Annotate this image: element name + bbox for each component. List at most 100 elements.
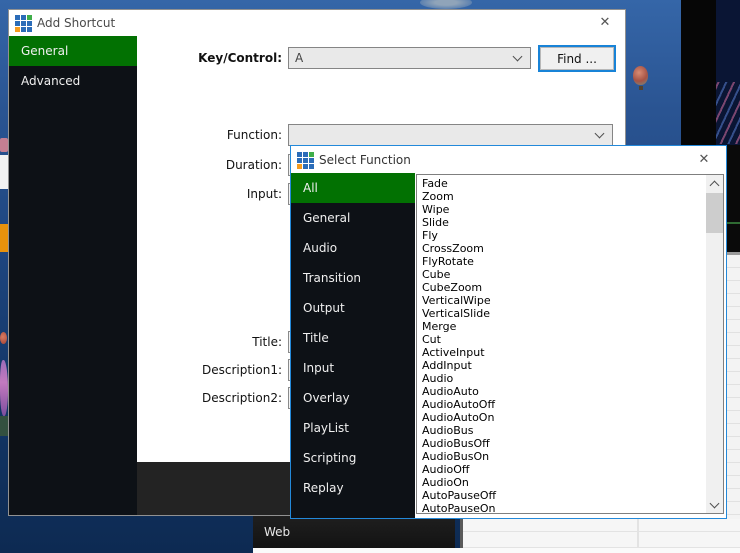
scroll-up-button[interactable] — [706, 175, 723, 192]
category-item[interactable]: Output — [291, 293, 415, 323]
function-list-item[interactable]: AudioAuto — [417, 385, 706, 398]
function-name: AudioBusOn — [422, 450, 489, 463]
function-list-item[interactable]: AudioAutoOff — [417, 398, 706, 411]
function-name: VerticalSlide — [422, 307, 490, 320]
function-list-item[interactable]: Cut — [417, 333, 706, 346]
function-list-item[interactable]: AudioAutoOn — [417, 411, 706, 424]
category-item-label: Replay — [303, 481, 344, 495]
function-list-item[interactable]: Fade — [417, 177, 706, 190]
background-green-line — [727, 222, 740, 224]
wallpaper-hills — [0, 416, 8, 436]
category-item-label: Audio — [303, 241, 337, 255]
balloon-basket — [639, 86, 643, 90]
function-list-item[interactable]: AudioBusOn — [417, 450, 706, 463]
category-item[interactable]: Input — [291, 353, 415, 383]
chevron-up-icon — [710, 181, 720, 191]
function-list-item[interactable]: AudioBus — [417, 424, 706, 437]
function-list: Fade Zoom Wipe Slide Fly — [417, 177, 706, 514]
sidebar-item[interactable]: General — [9, 36, 137, 66]
background-list-sliver — [727, 255, 740, 519]
function-name: AutoPauseOn — [422, 502, 496, 514]
category-item-label: Title — [303, 331, 329, 345]
category-item[interactable]: Replay — [291, 473, 415, 503]
web-tab-label: Web — [264, 525, 290, 539]
function-list-item[interactable]: Cube — [417, 268, 706, 281]
category-item[interactable]: Overlay — [291, 383, 415, 413]
function-name: Wipe — [422, 203, 449, 216]
chevron-down-icon — [710, 499, 720, 509]
function-listbox: Fade Zoom Wipe Slide Fly — [416, 174, 724, 514]
function-list-item[interactable]: Fly — [417, 229, 706, 242]
function-list-item[interactable]: Audio — [417, 372, 706, 385]
key-control-value: A — [295, 51, 303, 65]
wallpaper-balloon-large — [0, 360, 8, 416]
sidebar-item[interactable]: Advanced — [9, 66, 137, 96]
category-item-label: Transition — [303, 271, 361, 285]
function-list-item[interactable]: AddInput — [417, 359, 706, 372]
category-item[interactable]: Audio — [291, 233, 415, 263]
chevron-down-icon — [595, 129, 605, 139]
function-list-item[interactable]: ActiveInput — [417, 346, 706, 359]
scrollbar[interactable] — [706, 175, 723, 513]
fireworks-wallpaper — [716, 0, 740, 145]
function-list-item[interactable]: FlyRotate — [417, 255, 706, 268]
function-list-item[interactable]: Slide — [417, 216, 706, 229]
function-list-item[interactable]: AudioBusOff — [417, 437, 706, 450]
find-button[interactable]: Find ... — [538, 45, 616, 72]
function-list-item[interactable]: AutoPauseOn — [417, 502, 706, 514]
web-tab[interactable]: Web — [253, 516, 455, 548]
function-name: AudioAutoOff — [422, 398, 495, 411]
category-item-label: General — [303, 211, 350, 225]
add-shortcut-sidebar: General Advanced — [9, 36, 137, 515]
row-divider — [463, 547, 740, 548]
function-list-item[interactable]: Zoom — [417, 190, 706, 203]
function-name: CubeZoom — [422, 281, 482, 294]
category-item-label: PlayList — [303, 421, 349, 435]
function-list-item[interactable]: AutoPauseOff — [417, 489, 706, 502]
close-icon[interactable]: ✕ — [595, 14, 615, 32]
function-label: Function: — [227, 128, 282, 142]
category-item[interactable]: PlayList — [291, 413, 415, 443]
function-name: Fade — [422, 177, 448, 190]
function-name: Cube — [422, 268, 450, 281]
function-name: Fly — [422, 229, 438, 242]
background-window-edge — [253, 548, 740, 553]
background-window-sliver — [727, 145, 740, 252]
fireworks-streaks — [716, 82, 740, 144]
category-item-label: All — [303, 181, 318, 195]
category-item[interactable]: Transition — [291, 263, 415, 293]
function-name: VerticalWipe — [422, 294, 491, 307]
column-divider — [637, 519, 639, 548]
function-name: AutoPauseOff — [422, 489, 496, 502]
function-name: ActiveInput — [422, 346, 485, 359]
category-item-label: Input — [303, 361, 334, 375]
function-list-item[interactable]: Merge — [417, 320, 706, 333]
category-item[interactable]: Scripting — [291, 443, 415, 473]
key-control-dropdown[interactable]: A — [288, 47, 531, 69]
category-sidebar: All General Audio Transition Output — [291, 173, 415, 518]
function-name: AudioBusOff — [422, 437, 490, 450]
category-item[interactable]: Title — [291, 323, 415, 353]
function-list-item[interactable]: AudioOff — [417, 463, 706, 476]
function-list-item[interactable]: VerticalSlide — [417, 307, 706, 320]
close-icon[interactable]: ✕ — [694, 151, 714, 169]
function-name: AudioOff — [422, 463, 470, 476]
function-list-item[interactable]: Wipe — [417, 203, 706, 216]
description1-label: Description1: — [202, 363, 282, 377]
function-name: AddInput — [422, 359, 472, 372]
function-list-item[interactable]: CrossZoom — [417, 242, 706, 255]
wallpaper-balloon-small — [0, 332, 7, 344]
function-list-item[interactable]: CubeZoom — [417, 281, 706, 294]
chevron-down-icon — [513, 52, 523, 62]
function-list-item[interactable]: VerticalWipe — [417, 294, 706, 307]
key-control-label: Key/Control: — [198, 51, 282, 65]
category-item[interactable]: General — [291, 203, 415, 233]
scroll-down-button[interactable] — [706, 496, 723, 513]
category-item[interactable]: All — [291, 173, 415, 203]
dialog-title: Select Function — [319, 153, 411, 167]
add-shortcut-titlebar: Add Shortcut ✕ — [9, 10, 625, 36]
function-list-item[interactable]: AudioOn — [417, 476, 706, 489]
function-name: AudioAuto — [422, 385, 479, 398]
function-dropdown[interactable] — [288, 124, 613, 146]
scrollbar-thumb[interactable] — [706, 193, 723, 233]
